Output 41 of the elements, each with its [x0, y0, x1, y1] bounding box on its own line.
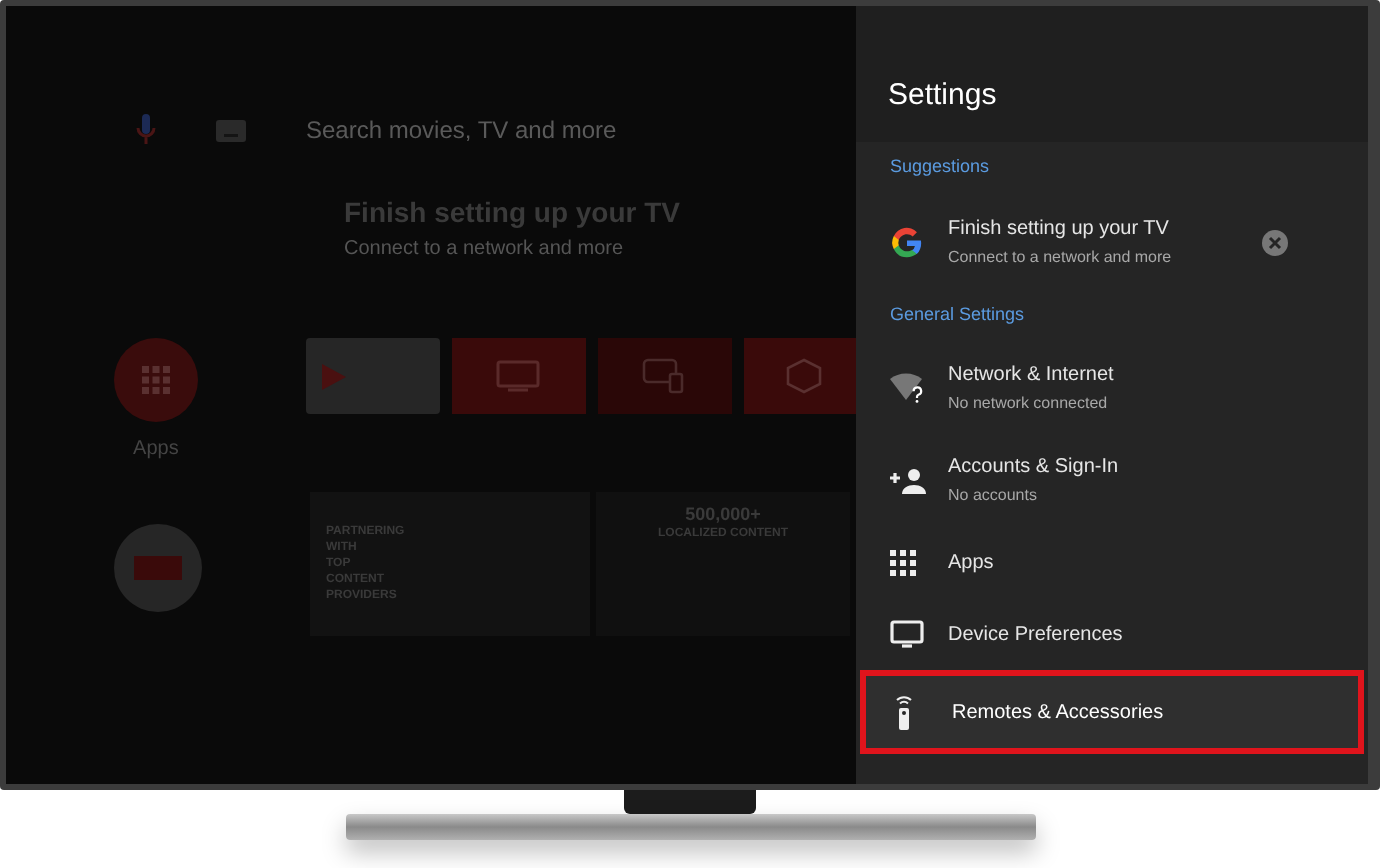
remote-icon [894, 694, 914, 730]
play-icon [321, 363, 346, 389]
add-person-icon [890, 467, 926, 493]
store-tile[interactable] [305, 338, 440, 414]
section-heading: Suggestions [890, 154, 990, 181]
apps-tile[interactable] [113, 338, 198, 422]
close-icon[interactable] [1262, 229, 1288, 255]
search-field[interactable]: Search movies, TV and more [306, 112, 786, 148]
games-tile[interactable] [743, 338, 856, 414]
microphone-icon [136, 114, 156, 146]
item-title: Remotes & Accessories [952, 699, 1166, 725]
wifi-question-icon [890, 372, 926, 404]
settings-item[interactable]: Accounts & Sign-In No accounts [856, 434, 1368, 526]
apps-label: Apps [133, 436, 179, 464]
google-logo-icon [890, 225, 924, 259]
settings-item[interactable]: Remotes & Accessories [860, 670, 1364, 754]
item-title: Device Preferences [948, 621, 1125, 647]
keyboard-icon [216, 119, 246, 141]
banner-subtitle: Connect to a network and more [344, 236, 626, 264]
settings-item[interactable]: Network & Internet No network connected [856, 342, 1368, 434]
grid-icon [890, 549, 916, 575]
settings-item[interactable]: Finish setting up your TV Connect to a network and more [856, 194, 1368, 290]
channel-logo[interactable] [114, 524, 202, 612]
settings-title: Settings [888, 78, 997, 112]
item-title: Accounts & Sign-In [948, 453, 1121, 479]
tv-icon [496, 360, 541, 392]
item-subtitle: No accounts [948, 483, 1039, 507]
item-subtitle: No network connected [948, 391, 1110, 415]
settings-item[interactable]: Apps [856, 526, 1368, 598]
item-title: Network & Internet [948, 361, 1116, 387]
item-subtitle: Connect to a network and more [948, 245, 1174, 269]
video-phone-icon [642, 358, 687, 394]
section-heading: General Settings [890, 302, 1025, 329]
monitor-icon [890, 620, 924, 648]
tv-tile[interactable] [451, 338, 586, 414]
cast-tile[interactable] [597, 338, 732, 414]
grid-icon [141, 366, 170, 394]
settings-item[interactable]: Device Preferences [856, 598, 1368, 670]
item-title: Apps [948, 549, 996, 575]
item-title: Finish setting up your TV [948, 215, 1171, 241]
tv-stand-neck [624, 790, 756, 814]
